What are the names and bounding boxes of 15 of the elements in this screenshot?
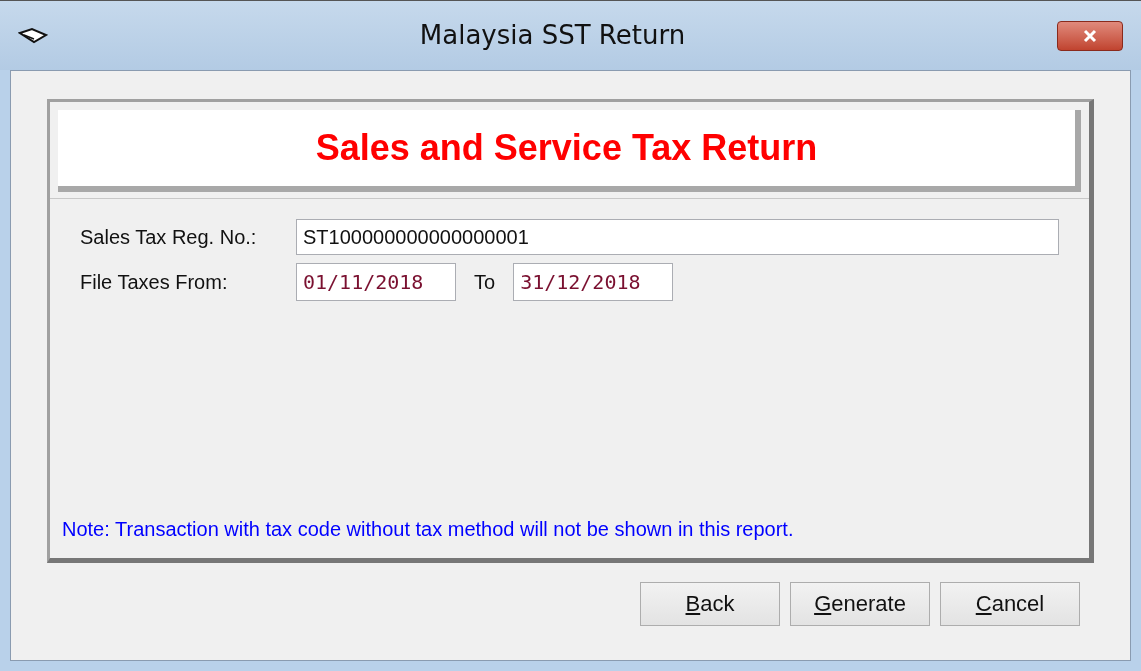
window-title: Malaysia SST Return [418,19,687,52]
close-icon [1082,28,1098,43]
dialog-button[interactable]: Cancel [940,581,1080,626]
field-label: Sales Tax Reg. No.: [80,225,258,250]
field-label: File Taxes From: [80,270,229,295]
to-label: To [474,270,496,295]
header-title: Sales and Service Tax Return [315,126,818,170]
book-icon [18,26,48,45]
text-field[interactable]: ST100000000000000001 [296,219,1059,255]
dialog-button[interactable]: Back [640,581,780,626]
note-text: Note: Transaction with tax code without tax method will not be shown in this report. [62,517,795,542]
date-field[interactable]: 01/11/2018 [296,263,456,301]
date-field[interactable]: 31/12/2018 [513,263,674,301]
dialog-button[interactable]: Generate [790,581,930,626]
close-button[interactable] [1057,20,1123,51]
